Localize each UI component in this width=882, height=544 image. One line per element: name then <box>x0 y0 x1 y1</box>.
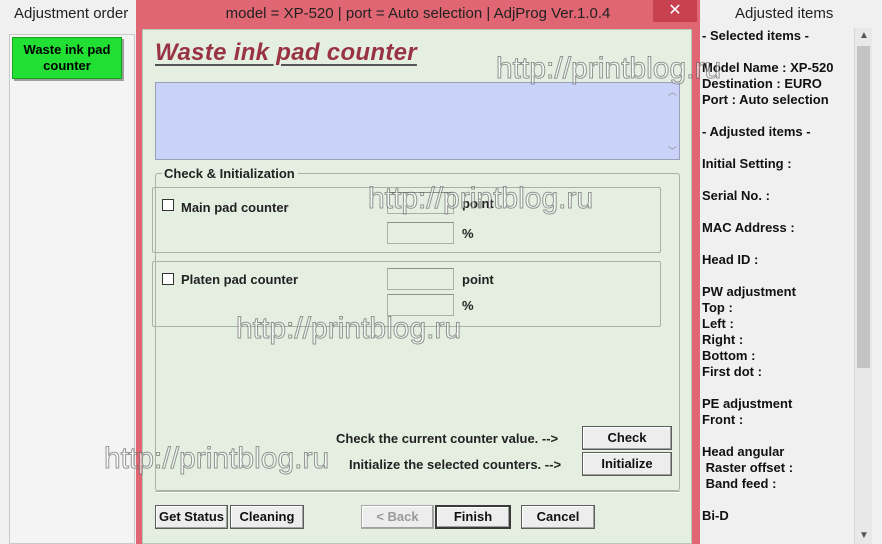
initialize-button[interactable]: Initialize <box>582 452 672 476</box>
main-pad-percent-unit: % <box>462 226 474 241</box>
adjustment-order-list[interactable]: Waste ink pad counter <box>9 34 135 544</box>
platen-pad-percent-field <box>387 294 454 316</box>
main-pad-point-unit: point <box>462 196 494 211</box>
adjusted-items-text: - Selected items - Model Name : XP-520 D… <box>702 28 834 523</box>
check-instruction: Check the current counter value. --> <box>336 431 559 446</box>
main-pad-percent-field <box>387 222 454 244</box>
chevron-down-icon[interactable]: ▼ <box>855 528 873 544</box>
platen-pad-box: Platen pad counter point % <box>152 261 661 327</box>
get-status-button[interactable]: Get Status <box>155 505 228 529</box>
platen-pad-percent-unit: % <box>462 298 474 313</box>
close-icon: ✕ <box>668 2 682 19</box>
main-pad-point-field <box>387 192 454 214</box>
chevron-down-icon[interactable]: ﹀ <box>668 144 677 157</box>
adjusted-items-list[interactable]: - Selected items - Model Name : XP-520 D… <box>700 28 882 544</box>
adjprog-dialog: model = XP-520 | port = Auto selection |… <box>136 0 700 544</box>
check-button[interactable]: Check <box>582 426 672 450</box>
main-pad-box: Main pad counter point % <box>152 187 661 253</box>
platen-pad-label: Platen pad counter <box>181 272 299 287</box>
result-textbox[interactable]: ︿ ﹀ <box>155 82 680 160</box>
initialize-instruction: Initialize the selected counters. --> <box>349 457 562 472</box>
close-button[interactable]: ✕ <box>653 0 697 22</box>
dialog-title: model = XP-520 | port = Auto selection |… <box>225 5 611 22</box>
platen-pad-point-field <box>387 268 454 290</box>
cleaning-button[interactable]: Cleaning <box>230 505 304 529</box>
adjusted-items-panel: Adjusted items - Selected items - Model … <box>700 0 882 544</box>
group-label: Check & Initialization <box>162 166 298 181</box>
platen-pad-checkbox[interactable] <box>162 273 174 285</box>
main-pad-checkbox[interactable] <box>162 199 174 211</box>
adjustment-item-waste-ink-pad-counter[interactable]: Waste ink pad counter <box>12 37 122 79</box>
cancel-button[interactable]: Cancel <box>521 505 595 529</box>
adjustment-order-panel: Adjustment order Waste ink pad counter <box>0 0 138 544</box>
adjusted-items-scrollbar[interactable]: ▲ ▼ <box>854 28 872 544</box>
footer-separator <box>155 491 680 493</box>
scrollbar-thumb[interactable] <box>857 46 870 368</box>
platen-pad-point-unit: point <box>462 272 494 287</box>
adjusted-items-title: Adjusted items <box>735 5 834 22</box>
back-button[interactable]: < Back <box>361 505 434 529</box>
dialog-client-area: Waste ink pad counter ︿ ﹀ Check & Initia… <box>142 29 692 544</box>
chevron-up-icon[interactable]: ▲ <box>855 28 873 44</box>
adjustment-order-title: Adjustment order <box>14 5 129 22</box>
check-initialization-group: Check & Initialization Main pad counter … <box>152 166 680 491</box>
chevron-up-icon[interactable]: ︿ <box>668 85 677 98</box>
finish-button[interactable]: Finish <box>435 505 511 529</box>
main-pad-label: Main pad counter <box>181 200 289 215</box>
page-heading: Waste ink pad counter <box>155 39 417 66</box>
